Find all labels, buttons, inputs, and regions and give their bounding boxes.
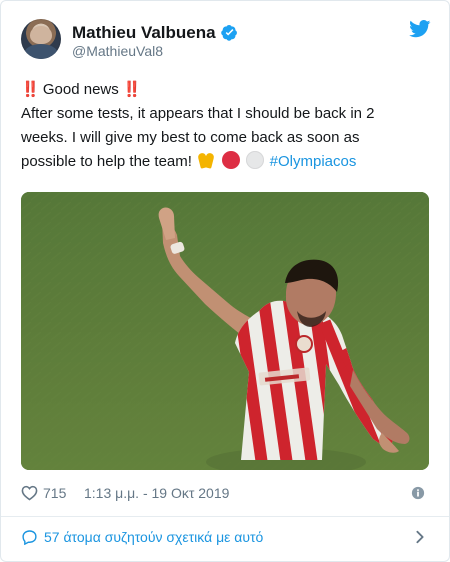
double-exclamation-icon: ‼️ [21,81,40,98]
tweet-header: Mathieu Valbuena @MathieuVal8 [21,19,431,65]
tweet-line-4-text: possible to help the team! [21,153,192,170]
info-icon[interactable] [411,486,425,500]
tweet-photo[interactable] [21,192,429,470]
discussion-label[interactable]: 57 άτομα συζητούν σχετικά με αυτό [44,529,263,545]
heart-icon[interactable] [21,485,38,501]
good-news-text: Good news [42,81,119,98]
display-name-row: Mathieu Valbuena [72,22,342,43]
verified-badge-icon [220,24,237,41]
tweet-card: Mathieu Valbuena @MathieuVal8 ‼️ Good ne… [0,0,450,562]
twitter-bird-icon[interactable] [409,20,431,38]
double-exclamation-icon: ‼️ [122,81,142,98]
author-handle[interactable]: @MathieuVal8 [72,43,342,59]
folded-hands-icon [197,151,215,169]
tweet-timestamp[interactable]: 1:13 μ.μ. - 19 Οκτ 2019 [84,485,229,501]
avatar[interactable] [21,19,61,59]
likes-count[interactable]: 715 [43,485,66,501]
discussion-link[interactable]: 57 άτομα συζητούν σχετικά με αυτό [21,528,429,548]
football-player-photo [21,192,429,470]
author-display-name[interactable]: Mathieu Valbuena [72,23,216,43]
tweet-footer: 715 1:13 μ.μ. - 19 Οκτ 2019 [21,484,429,504]
white-circle-icon [246,151,265,169]
author-names: Mathieu Valbuena @MathieuVal8 [72,22,342,59]
tweet-line-2: After some tests, it appears that I shou… [21,105,375,122]
tweet-line-3: weeks. I will give my best to come back … [21,129,360,146]
tweet-line-4: possible to help the team! #Olympiacos [21,150,416,174]
chat-bubble-icon [22,530,37,545]
olympiacos-hashtag-link[interactable]: #Olympiacos [270,153,357,170]
tweet-line-1: ‼️ Good news ‼️ [21,78,416,102]
tweet-text: ‼️ Good news ‼️ After some tests, it app… [21,78,416,174]
footer-divider [1,516,449,517]
chevron-right-icon [416,530,424,544]
red-circle-icon [222,151,241,169]
